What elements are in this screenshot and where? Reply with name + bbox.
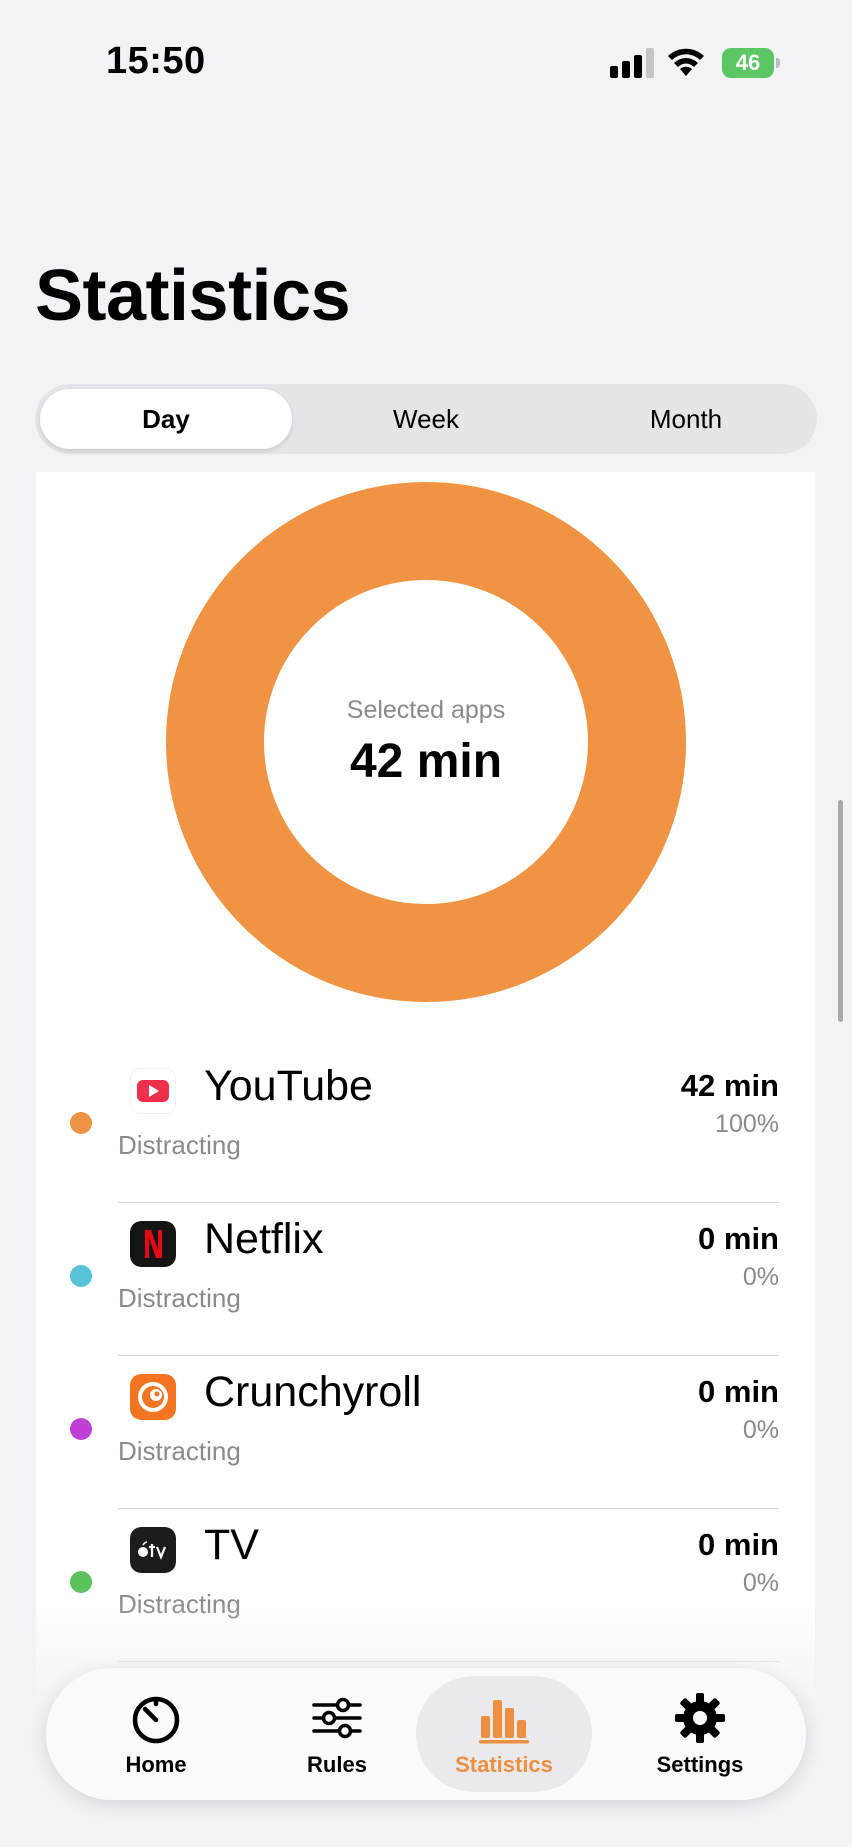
scroll-indicator[interactable]	[838, 800, 843, 1022]
cellular-signal-icon	[610, 48, 654, 78]
statistics-card: Selected apps 42 min YouTube Distracting…	[36, 472, 815, 1702]
page-title: Statistics	[35, 256, 351, 336]
app-name: TV	[204, 1521, 259, 1569]
app-usage-percent: 0%	[742, 1569, 779, 1597]
app-row-crunchyroll[interactable]: Crunchyroll Distracting 0 min 0%	[36, 1356, 815, 1509]
app-name: Netflix	[204, 1215, 324, 1263]
tab-rules-label: Rules	[307, 1752, 367, 1777]
tab-settings-label: Settings	[656, 1752, 744, 1777]
donut-total-time: 42 min	[349, 735, 503, 788]
app-usage-time: 0 min	[698, 1221, 779, 1256]
gear-icon	[675, 1693, 725, 1743]
tab-statistics[interactable]: Statistics	[416, 1676, 592, 1792]
segment-week[interactable]: Week	[300, 389, 552, 449]
app-usage-time: 0 min	[698, 1527, 779, 1562]
app-name: YouTube	[204, 1062, 373, 1110]
tab-bar: Home Rules Statistics Settings	[46, 1668, 806, 1800]
tab-rules[interactable]: Rules	[249, 1676, 425, 1792]
apple-tv-icon	[130, 1527, 176, 1573]
youtube-icon	[130, 1068, 176, 1114]
app-row-netflix[interactable]: Netflix Distracting 0 min 0%	[36, 1203, 815, 1356]
app-usage-percent: 0%	[742, 1416, 779, 1444]
tab-statistics-label: Statistics	[455, 1752, 553, 1777]
bar-chart-icon	[479, 1700, 529, 1744]
tab-home[interactable]: Home	[68, 1676, 244, 1792]
status-bar: 15:50 46	[0, 0, 852, 120]
app-color-dot	[70, 1265, 92, 1287]
app-usage-time: 0 min	[698, 1374, 779, 1409]
tab-settings[interactable]: Settings	[612, 1676, 788, 1792]
app-color-dot	[70, 1571, 92, 1593]
app-category: Distracting	[118, 1436, 241, 1466]
app-color-dot	[70, 1418, 92, 1440]
status-time: 15:50	[106, 40, 206, 82]
app-usage-time: 42 min	[680, 1068, 779, 1103]
app-category: Distracting	[118, 1130, 241, 1160]
crunchyroll-icon	[130, 1374, 176, 1420]
donut-caption: Selected apps	[346, 696, 506, 724]
app-color-dot	[70, 1112, 92, 1134]
battery-icon: 46	[722, 48, 780, 78]
app-category: Distracting	[118, 1283, 241, 1313]
app-usage-percent: 100%	[715, 1110, 779, 1138]
period-segmented-control: Day Week Month	[35, 384, 817, 454]
wifi-icon	[668, 48, 704, 76]
timer-icon	[132, 1696, 180, 1744]
tab-home-label: Home	[125, 1752, 187, 1777]
netflix-icon	[130, 1221, 176, 1267]
app-name: Crunchyroll	[204, 1368, 422, 1416]
sliders-icon	[312, 1697, 362, 1739]
app-usage-percent: 0%	[742, 1263, 779, 1291]
segment-month[interactable]: Month	[560, 389, 812, 449]
app-row-youtube[interactable]: YouTube Distracting 42 min 100%	[36, 1050, 815, 1203]
battery-level: 46	[735, 50, 761, 75]
segment-day[interactable]: Day	[40, 389, 292, 449]
